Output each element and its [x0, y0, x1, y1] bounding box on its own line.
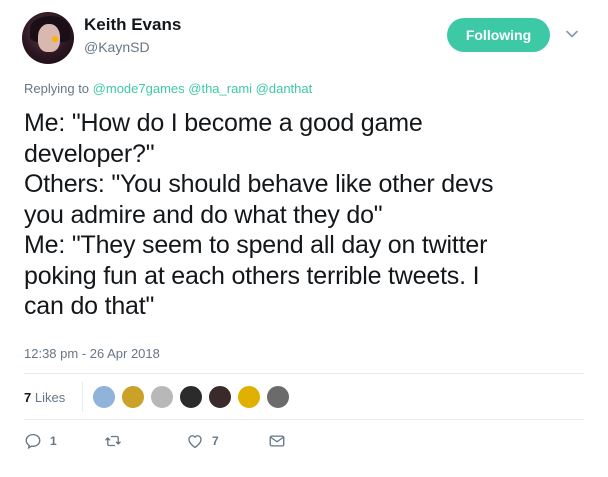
likes-stat[interactable]: 7 Likes: [24, 390, 65, 405]
tweet-timestamp[interactable]: 12:38 pm - 26 Apr 2018: [24, 346, 160, 361]
tweet-line: Me: "They seem to spend all day on twitt…: [24, 231, 488, 259]
message-button[interactable]: [268, 432, 286, 450]
heart-icon: [188, 435, 202, 449]
replying-to: Replying to @mode7games @tha_rami @danth…: [24, 81, 312, 96]
mention-link[interactable]: @tha_rami: [188, 81, 252, 96]
replying-prefix: Replying to: [24, 81, 90, 96]
user-avatar[interactable]: [22, 12, 74, 64]
divider: [82, 382, 83, 412]
reply-icon: [25, 433, 41, 450]
following-button[interactable]: Following: [447, 18, 550, 52]
divider: [24, 419, 584, 420]
tweet-line: developer?": [24, 139, 155, 168]
tweet-line: you admire and do what they do": [24, 200, 383, 229]
likers-avatars: [92, 385, 295, 409]
liker-avatar[interactable]: [266, 385, 290, 409]
likes-label: Likes: [34, 390, 66, 405]
liker-avatar[interactable]: [92, 385, 116, 409]
likes-count: 7: [24, 390, 32, 405]
envelope-icon: [269, 435, 285, 447]
like-button[interactable]: 7: [186, 432, 219, 450]
display-name[interactable]: Keith Evans: [84, 15, 181, 35]
reply-count: 1: [50, 434, 57, 448]
liker-avatar[interactable]: [208, 385, 232, 409]
tweet-line: poking fun at each others terrible tweet…: [24, 261, 480, 290]
mention-link[interactable]: @danthat: [256, 81, 313, 96]
tweet-line: Me: "How do I become a good game: [24, 109, 423, 137]
tweet-line: Others: "You should behave like other de…: [24, 170, 494, 198]
chevron-down-icon[interactable]: [566, 28, 578, 40]
tweet-text: Me: "How do I become a good game develop…: [24, 108, 584, 322]
retweet-button[interactable]: [104, 432, 130, 450]
liker-avatar[interactable]: [179, 385, 203, 409]
tweet-line: can do that": [24, 292, 155, 320]
reply-button[interactable]: 1: [24, 432, 57, 450]
divider: [24, 373, 584, 374]
liker-avatar[interactable]: [150, 385, 174, 409]
liker-avatar[interactable]: [121, 385, 145, 409]
retweet-icon: [105, 435, 121, 447]
mention-link[interactable]: @mode7games: [93, 81, 185, 96]
user-handle[interactable]: @KaynSD: [84, 39, 150, 55]
liker-avatar[interactable]: [237, 385, 261, 409]
like-count: 7: [212, 434, 219, 448]
